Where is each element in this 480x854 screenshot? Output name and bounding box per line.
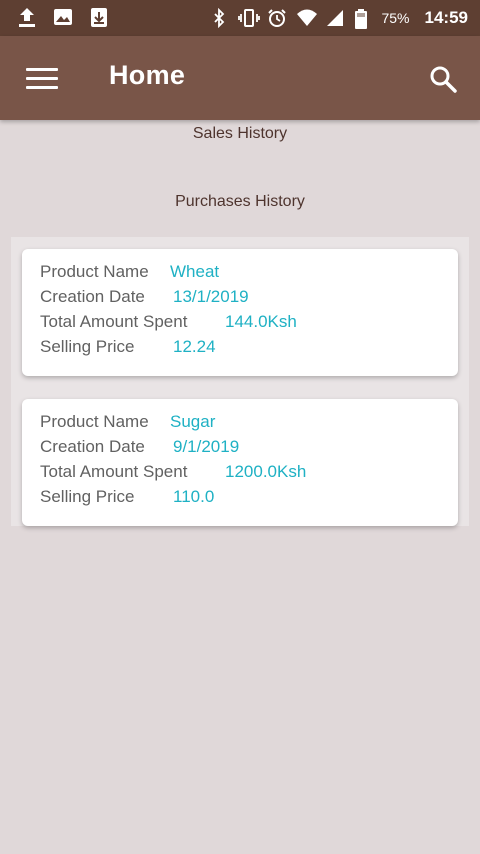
battery-icon: [354, 8, 374, 29]
clock: 14:59: [424, 8, 468, 27]
battery-percentage: 75%: [381, 10, 410, 26]
purchase-card-wheat[interactable]: Product Name Wheat Creation Date 13/1/20…: [22, 249, 458, 376]
wifi-icon: [296, 8, 318, 28]
image-icon: [52, 6, 74, 28]
alarm-icon: [267, 8, 287, 28]
total-amount-value: 1200.0Ksh: [225, 462, 307, 481]
total-amount-value: 144.0Ksh: [225, 312, 297, 331]
selling-price-value: 12.24: [173, 337, 216, 356]
vibrate-icon: [238, 8, 261, 28]
selling-price-value: 110.0: [173, 487, 215, 506]
total-amount-label: Total Amount Spent: [40, 312, 188, 331]
product-name-value: Sugar: [170, 412, 216, 431]
notification-icons: [16, 6, 110, 28]
selling-price-label: Selling Price: [40, 337, 135, 356]
system-icons: 75% 14:59: [209, 0, 468, 36]
creation-date-label: Creation Date: [40, 437, 145, 456]
bluetooth-icon: [209, 7, 229, 29]
product-name-value: Wheat: [170, 262, 220, 281]
product-name-label: Product Name: [40, 262, 149, 281]
total-amount-label: Total Amount Spent: [40, 462, 188, 481]
signal-icon: [325, 8, 345, 28]
download-icon: [88, 6, 110, 28]
product-name-label: Product Name: [40, 412, 149, 431]
creation-date-label: Creation Date: [40, 287, 145, 306]
purchases-history-link[interactable]: Purchases History: [0, 193, 480, 211]
sales-history-link[interactable]: Sales History: [0, 125, 480, 143]
selling-price-label: Selling Price: [40, 487, 135, 506]
purchase-card-sugar[interactable]: Product Name Sugar Creation Date 9/1/201…: [22, 399, 458, 526]
page-title: Home: [109, 60, 186, 90]
search-icon[interactable]: [428, 64, 458, 94]
app-bar: Home: [0, 36, 480, 120]
menu-icon[interactable]: [26, 68, 58, 90]
upload-icon: [16, 6, 38, 28]
creation-date-value: 13/1/2019: [173, 287, 249, 306]
status-bar: 75% 14:59: [0, 0, 480, 36]
creation-date-value: 9/1/2019: [173, 437, 240, 456]
